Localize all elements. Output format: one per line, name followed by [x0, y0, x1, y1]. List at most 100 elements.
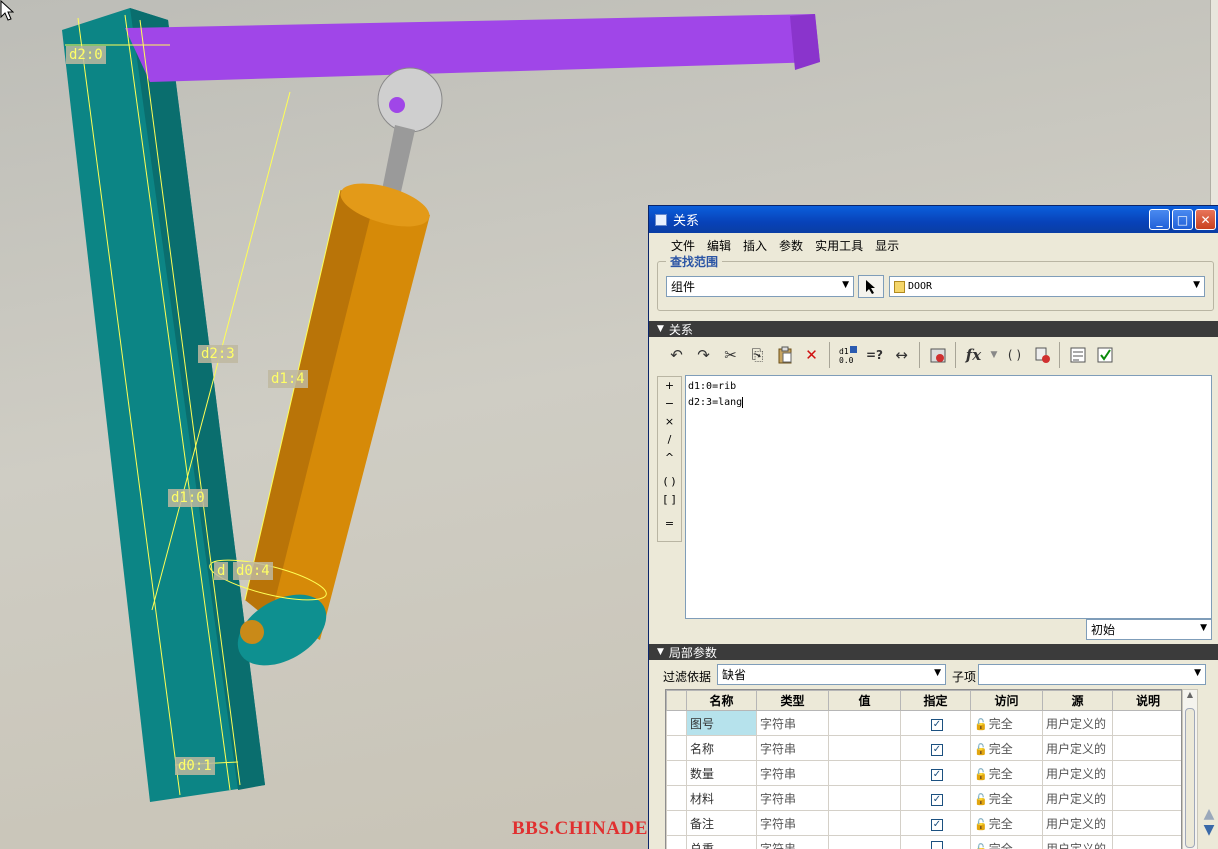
table-row[interactable]: 材料 字符串 ✓ 🔓完全 用户定义的	[666, 785, 1181, 811]
relations-text-editor[interactable]: d1:0=rib d2:3=lang	[685, 375, 1212, 619]
model-select[interactable]: DOOR ▼	[889, 276, 1205, 297]
param-access-cell[interactable]: 🔓完全	[970, 835, 1043, 849]
param-value-cell[interactable]	[828, 785, 901, 811]
column-header-description[interactable]: 说明	[1112, 690, 1181, 711]
param-source-cell[interactable]: 用户定义的	[1042, 810, 1113, 836]
column-header-type[interactable]: 类型	[756, 690, 829, 711]
param-access-cell[interactable]: 🔓完全	[970, 785, 1043, 811]
operator-equals-button[interactable]: =	[658, 515, 681, 533]
param-name-cell[interactable]: 数量	[686, 760, 757, 786]
verify-relations-icon[interactable]	[1091, 342, 1118, 369]
redo-icon[interactable]: ↷	[690, 342, 717, 369]
dialog-titlebar[interactable]: 关系 _ □ ✕	[649, 206, 1218, 233]
table-scrollbar[interactable]: ▲	[1182, 689, 1198, 849]
param-access-cell[interactable]: 🔓完全	[970, 735, 1043, 761]
menu-parameters[interactable]: 参数	[779, 237, 803, 254]
designated-checkbox[interactable]: ✓	[931, 718, 943, 731]
sort-relations-icon[interactable]	[1064, 342, 1091, 369]
copy-icon[interactable]: ⎘	[744, 342, 771, 369]
delete-icon[interactable]: ✕	[798, 342, 825, 369]
param-value-cell[interactable]	[828, 810, 901, 836]
local-params-section-header[interactable]: ▼ 局部参数	[649, 644, 1218, 660]
param-value-cell[interactable]	[828, 735, 901, 761]
param-designated-cell[interactable]	[900, 835, 971, 849]
param-desc-cell[interactable]	[1112, 810, 1181, 836]
param-type-cell[interactable]: 字符串	[756, 710, 829, 736]
operator-minus-button[interactable]: −	[658, 395, 681, 413]
param-source-cell[interactable]: 用户定义的	[1042, 710, 1113, 736]
param-value-cell[interactable]	[828, 835, 901, 849]
menu-show[interactable]: 显示	[875, 237, 899, 254]
param-designated-cell[interactable]: ✓	[900, 735, 971, 761]
row-selector[interactable]	[666, 735, 687, 761]
column-header-value[interactable]: 值	[828, 690, 901, 711]
paste-icon[interactable]	[771, 342, 798, 369]
column-header-designated[interactable]: 指定	[900, 690, 971, 711]
param-source-cell[interactable]: 用户定义的	[1042, 735, 1113, 761]
row-selector[interactable]	[666, 710, 687, 736]
minimize-button[interactable]: _	[1149, 209, 1170, 230]
row-selector[interactable]	[666, 810, 687, 836]
switch-dimension-icon[interactable]: d1 0.0	[834, 342, 861, 369]
param-access-cell[interactable]: 🔓完全	[970, 810, 1043, 836]
designated-checkbox[interactable]: ✓	[931, 818, 943, 831]
operator-divide-button[interactable]: /	[658, 431, 681, 449]
param-desc-cell[interactable]	[1112, 710, 1181, 736]
param-source-cell[interactable]: 用户定义的	[1042, 835, 1113, 849]
param-name-cell[interactable]: 备注	[686, 810, 757, 836]
select-model-button[interactable]	[858, 275, 884, 298]
evaluate-icon[interactable]: =?	[861, 342, 888, 369]
param-desc-cell[interactable]	[1112, 835, 1181, 849]
move-up-icon[interactable]: ▲	[1200, 806, 1218, 822]
menu-edit[interactable]: 编辑	[707, 237, 731, 254]
column-header-name[interactable]: 名称	[686, 690, 757, 711]
column-header-source[interactable]: 源	[1042, 690, 1113, 711]
filter-select[interactable]: 缺省 ▼	[717, 664, 946, 685]
row-selector[interactable]	[666, 835, 687, 849]
purple-beam[interactable]	[125, 14, 820, 82]
menu-insert[interactable]: 插入	[743, 237, 767, 254]
param-designated-cell[interactable]: ✓	[900, 710, 971, 736]
row-selector[interactable]	[666, 785, 687, 811]
close-button[interactable]: ✕	[1195, 209, 1216, 230]
designated-checkbox[interactable]: ✓	[931, 793, 943, 806]
units-icon[interactable]	[924, 342, 951, 369]
param-value-cell[interactable]	[828, 710, 901, 736]
designated-checkbox[interactable]: ✓	[931, 743, 943, 756]
function-icon[interactable]: fx	[960, 342, 987, 369]
function-dropdown-icon[interactable]: ▼	[987, 342, 1001, 369]
param-desc-cell[interactable]	[1112, 735, 1181, 761]
operator-power-button[interactable]: ^	[658, 449, 681, 467]
designated-checkbox[interactable]: ✓	[931, 768, 943, 781]
brackets-icon[interactable]: ( )	[1001, 342, 1028, 369]
param-name-cell[interactable]: 总重	[686, 835, 757, 849]
cut-icon[interactable]: ✂	[717, 342, 744, 369]
relations-section-header[interactable]: ▼ 关系	[649, 321, 1218, 337]
param-source-cell[interactable]: 用户定义的	[1042, 760, 1113, 786]
param-name-cell[interactable]: 材料	[686, 785, 757, 811]
menu-file[interactable]: 文件	[671, 237, 695, 254]
param-designated-cell[interactable]: ✓	[900, 810, 971, 836]
child-select[interactable]: ▼	[978, 664, 1206, 685]
param-access-cell[interactable]: 🔓完全	[970, 760, 1043, 786]
maximize-button[interactable]: □	[1172, 209, 1193, 230]
parameter-icon[interactable]	[1028, 342, 1055, 369]
scrollbar-thumb[interactable]	[1185, 708, 1195, 848]
column-header-access[interactable]: 访问	[970, 690, 1043, 711]
param-source-cell[interactable]: 用户定义的	[1042, 785, 1113, 811]
menu-utilities[interactable]: 实用工具	[815, 237, 863, 254]
designated-checkbox[interactable]	[931, 840, 943, 849]
dimension-icon[interactable]: ↔	[888, 342, 915, 369]
param-designated-cell[interactable]: ✓	[900, 785, 971, 811]
dim-label-d0-4[interactable]: d0:4	[233, 562, 273, 580]
param-designated-cell[interactable]: ✓	[900, 760, 971, 786]
dim-label-d1-4[interactable]: d1:4	[268, 370, 308, 388]
param-type-cell[interactable]: 字符串	[756, 810, 829, 836]
table-row[interactable]: 名称 字符串 ✓ 🔓完全 用户定义的	[666, 735, 1181, 761]
scroll-up-icon[interactable]: ▲	[1183, 690, 1197, 699]
param-access-cell[interactable]: 🔓完全	[970, 710, 1043, 736]
operator-plus-button[interactable]: +	[658, 377, 681, 395]
row-selector[interactable]	[666, 760, 687, 786]
param-desc-cell[interactable]	[1112, 760, 1181, 786]
param-value-cell[interactable]	[828, 760, 901, 786]
